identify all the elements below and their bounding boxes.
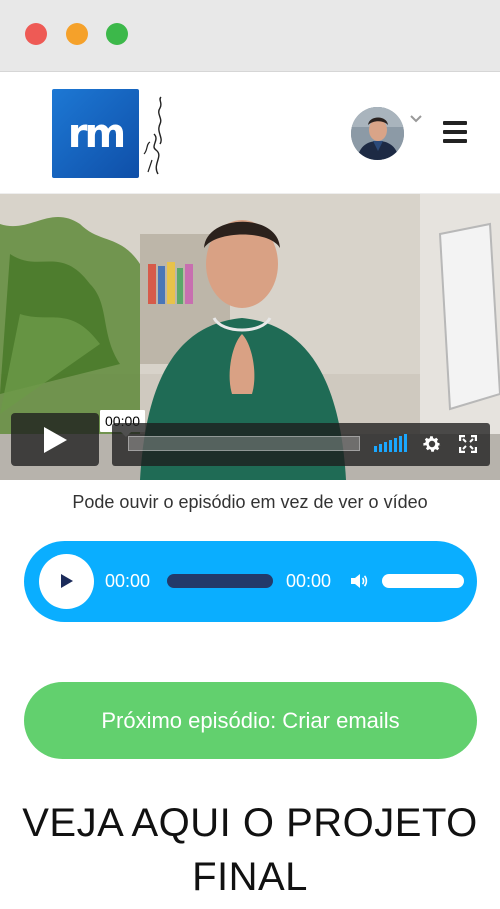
window-minimize-button[interactable]: [66, 23, 88, 45]
user-avatar[interactable]: [351, 107, 404, 160]
audio-player: 00:00 00:00: [24, 541, 477, 622]
video-player[interactable]: 00:00: [0, 194, 500, 480]
audio-duration: 00:00: [286, 571, 332, 591]
audio-play-button[interactable]: [39, 554, 94, 609]
video-controls-bar: [112, 423, 490, 466]
speaker-icon[interactable]: [350, 572, 368, 590]
play-icon: [44, 426, 67, 453]
audio-progress-bar[interactable]: [167, 574, 273, 588]
fullscreen-icon[interactable]: [459, 435, 477, 453]
logo-text: rm: [67, 110, 126, 157]
logo[interactable]: rm: [52, 89, 139, 178]
video-progress-bar[interactable]: [128, 436, 360, 451]
audio-current-time: 00:00: [105, 571, 151, 591]
volume-icon[interactable]: [374, 434, 408, 452]
site-header: rm: [0, 72, 500, 194]
audio-caption: Pode ouvir o episódio em vez de ver o ví…: [72, 492, 428, 512]
section-heading: VEJA AQUI O PROJETO FINAL: [22, 801, 478, 899]
video-play-button[interactable]: [11, 413, 99, 466]
hamburger-menu-icon[interactable]: [443, 121, 467, 143]
next-episode-button[interactable]: Próximo episódio: Criar emails: [24, 682, 477, 759]
window-titlebar: [0, 0, 500, 72]
window-maximize-button[interactable]: [106, 23, 128, 45]
logo-signature: [143, 96, 162, 175]
chevron-down-icon[interactable]: [409, 114, 423, 124]
audio-volume-slider[interactable]: [382, 574, 464, 588]
gear-icon[interactable]: [421, 433, 443, 455]
window-close-button[interactable]: [25, 23, 47, 45]
